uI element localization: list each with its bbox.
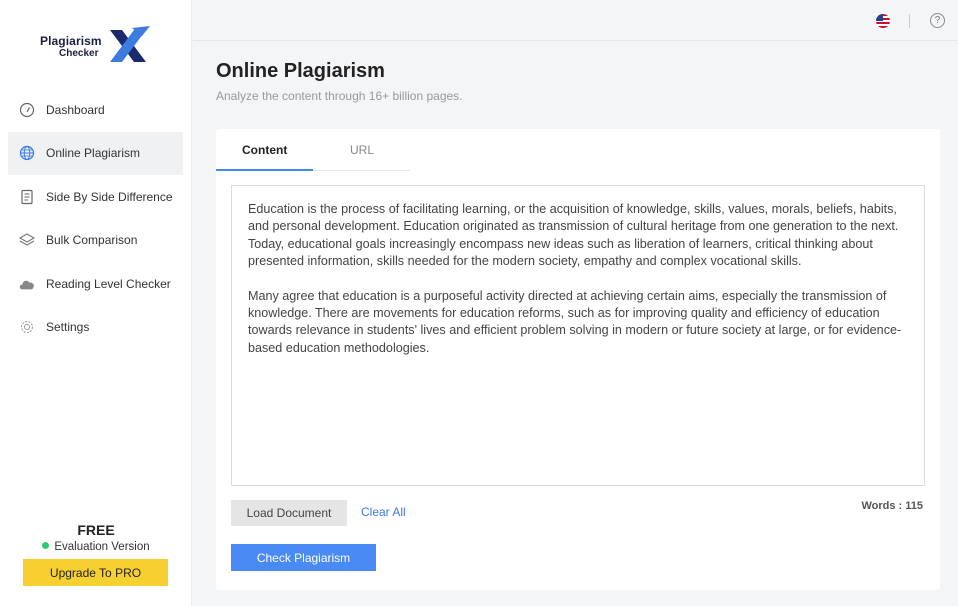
top-bar: ?	[193, 0, 958, 41]
clear-all-link[interactable]: Clear All	[361, 505, 406, 519]
sidebar-nav: Dashboard Online Plagiarism Side By Side…	[8, 88, 183, 349]
header-divider	[909, 14, 910, 28]
help-icon[interactable]: ?	[930, 13, 945, 28]
content-textarea[interactable]: Education is the process of facilitating…	[231, 185, 925, 486]
us-flag-icon[interactable]	[876, 14, 890, 28]
content-paragraph-2: Many agree that education is a purposefu…	[248, 288, 902, 355]
cloud-icon	[18, 275, 36, 293]
sidebar-item-online-plagiarism[interactable]: Online Plagiarism	[8, 131, 183, 175]
tab-url[interactable]: URL	[350, 143, 374, 157]
sidebar-item-reading-level[interactable]: Reading Level Checker	[8, 262, 183, 306]
layers-icon	[18, 231, 36, 249]
status-dot-icon	[42, 542, 50, 549]
sidebar-item-label: Reading Level Checker	[46, 276, 171, 291]
tab-content[interactable]: Content	[242, 143, 287, 157]
gear-icon	[18, 318, 36, 336]
sidebar-item-label: Dashboard	[46, 102, 105, 117]
upgrade-button[interactable]: Upgrade To PRO	[23, 559, 168, 586]
page-subtitle: Analyze the content through 16+ billion …	[216, 89, 463, 103]
sidebar-item-label: Bulk Comparison	[46, 233, 138, 248]
logo-line1: Plagiarism	[40, 34, 102, 48]
page-title: Online Plagiarism	[216, 60, 385, 82]
app-logo[interactable]: Plagiarism Checker	[38, 22, 158, 70]
sidebar: Plagiarism Checker Dashboard Online Plag…	[0, 0, 192, 606]
logo-x-icon	[110, 26, 150, 62]
sidebar-item-dashboard[interactable]: Dashboard	[8, 88, 183, 132]
logo-line2: Checker	[59, 48, 99, 59]
sidebar-item-label: Online Plagiarism	[46, 146, 141, 161]
sidebar-item-label: Side By Side Difference	[46, 189, 173, 204]
version-status: Evaluation Version	[0, 541, 192, 553]
content-paragraph-1: Education is the process of facilitating…	[248, 202, 899, 269]
sidebar-item-label: Settings	[46, 320, 90, 335]
sidebar-item-side-by-side[interactable]: Side By Side Difference	[8, 175, 183, 219]
word-count: Words : 115	[861, 500, 923, 512]
sidebar-item-bulk-comparison[interactable]: Bulk Comparison	[8, 219, 183, 263]
active-tab-indicator	[216, 169, 313, 171]
load-document-button[interactable]: Load Document	[231, 500, 347, 526]
gauge-icon	[18, 101, 36, 119]
content-card: Content URL Education is the process of …	[216, 129, 940, 590]
tab-bar: Content URL	[216, 129, 410, 171]
document-icon	[18, 188, 36, 206]
version-label: Evaluation Version	[54, 541, 150, 553]
sidebar-item-settings[interactable]: Settings	[8, 306, 183, 350]
globe-icon	[18, 144, 36, 162]
plan-label: FREE	[77, 522, 115, 538]
check-plagiarism-button[interactable]: Check Plagiarism	[231, 544, 376, 571]
